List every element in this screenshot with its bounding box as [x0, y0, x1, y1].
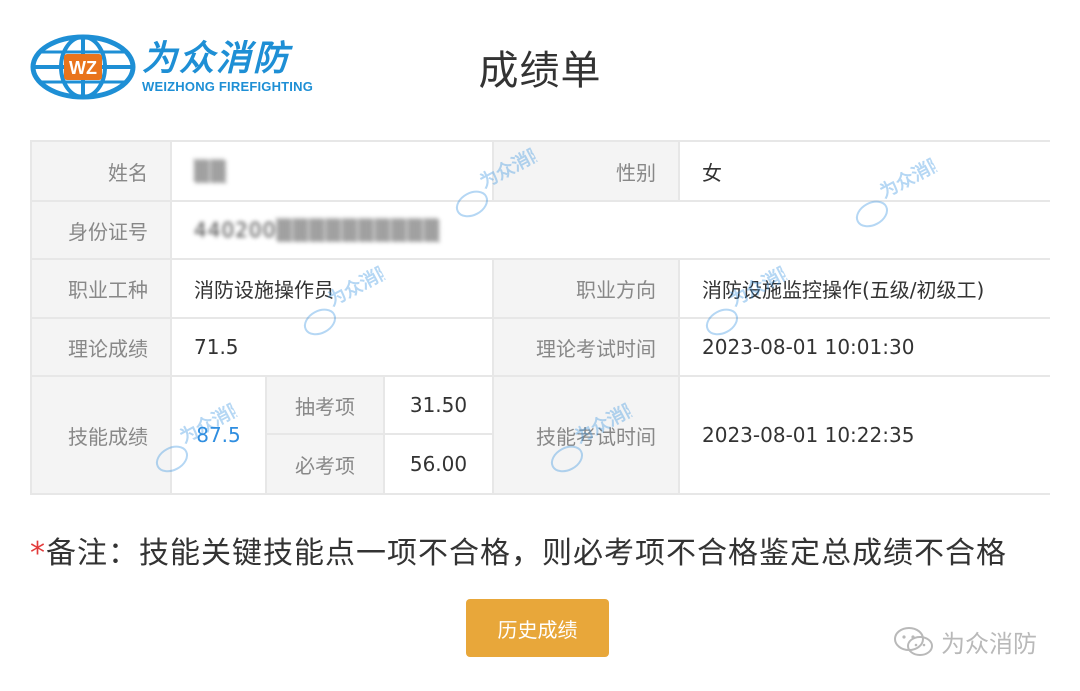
id-label: 身份证号 — [32, 202, 172, 260]
wechat-brand: 为众消防 — [893, 624, 1037, 659]
id-value-text: 440200▒▒▒▒▒▒▒▒▒▒ — [194, 218, 441, 242]
name-value-text: ▒▒ — [194, 159, 227, 183]
occupation-label: 职业工种 — [32, 260, 172, 319]
skill-score-label: 技能成绩 — [32, 377, 172, 493]
required-label: 必考项 — [267, 435, 385, 493]
skill-score-link[interactable]: 87.5 — [196, 423, 241, 447]
skill-time-label: 技能考试时间 — [494, 377, 680, 493]
sampled-value: 31.50 — [385, 377, 494, 435]
occupation-value: 消防设施操作员 — [172, 260, 494, 319]
skill-score-value[interactable]: 87.5 — [172, 377, 267, 493]
theory-time-value: 2023-08-01 10:01:30 — [680, 319, 1050, 377]
sampled-label: 抽考项 — [267, 377, 385, 435]
theory-score-value: 71.5 — [172, 319, 494, 377]
name-value: ▒▒ — [172, 142, 494, 202]
theory-score-label: 理论成绩 — [32, 319, 172, 377]
page-title: 成绩单 — [478, 48, 602, 94]
remark-text: 备注：技能关键技能点一项不合格，则必考项不合格鉴定总成绩不合格 — [46, 536, 1007, 571]
remark-note: *备注：技能关键技能点一项不合格，则必考项不合格鉴定总成绩不合格 — [30, 528, 1007, 572]
score-table: 姓名 ▒▒ 性别 女 身份证号 440200▒▒▒▒▒▒▒▒▒▒ 职业工种 消防… — [30, 140, 1050, 495]
history-scores-button[interactable]: 历史成绩 — [466, 599, 609, 657]
direction-label: 职业方向 — [494, 260, 680, 319]
gender-value: 女 — [680, 142, 1050, 202]
id-value: 440200▒▒▒▒▒▒▒▒▒▒ — [172, 202, 1050, 260]
gender-label: 性别 — [494, 142, 680, 202]
name-label: 姓名 — [32, 142, 172, 202]
direction-value: 消防设施监控操作(五级/初级工) — [680, 260, 1050, 319]
required-value: 56.00 — [385, 435, 494, 493]
footer-brand-name: 为众消防 — [941, 630, 1037, 658]
wechat-icon — [894, 626, 933, 656]
required-star: * — [30, 536, 46, 571]
theory-time-label: 理论考试时间 — [494, 319, 680, 377]
skill-time-value: 2023-08-01 10:22:35 — [680, 377, 1050, 493]
